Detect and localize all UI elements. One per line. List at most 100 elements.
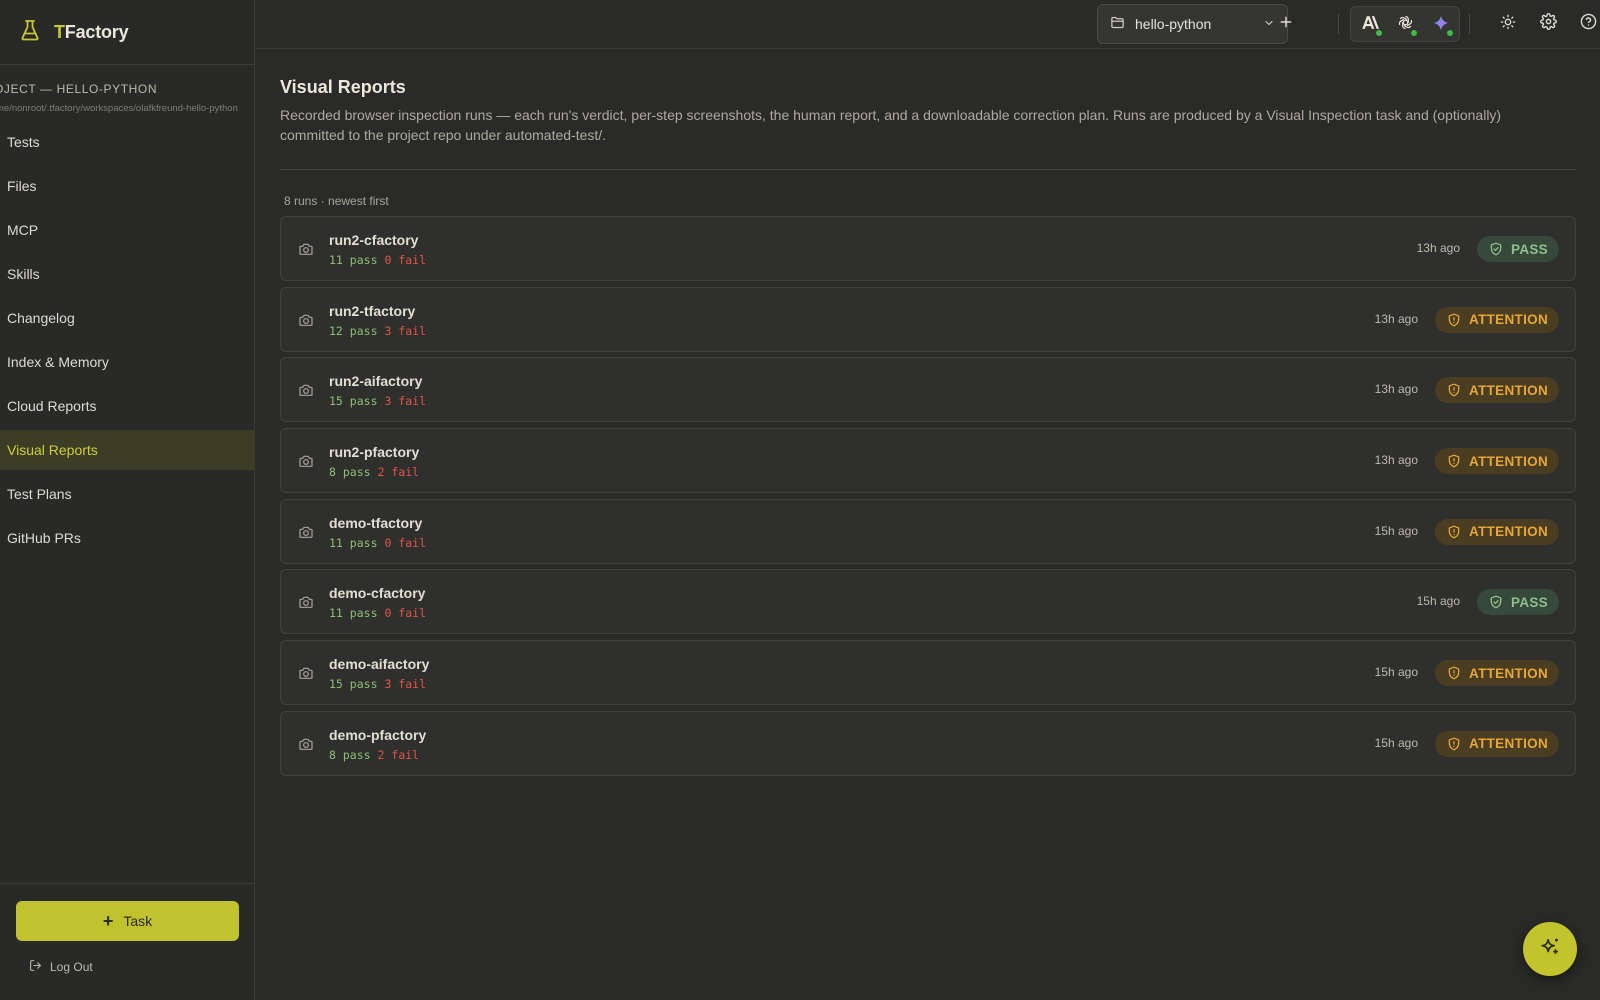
- help-icon: [1580, 13, 1597, 35]
- pass-label: pass: [342, 747, 371, 762]
- openai-agent-button[interactable]: [1393, 13, 1417, 37]
- sidebar-nav: Tests Files MCP Skills Changelog Index & Memo…: [0, 122, 255, 562]
- run-row[interactable]: run2-aifactory 15 pass 3 fail 13h ago ATTEN…: [280, 357, 1576, 423]
- flask-icon: [20, 19, 40, 46]
- fail-label: fail: [391, 465, 420, 480]
- sidebar-item-test-plans[interactable]: Test Plans: [0, 474, 255, 514]
- sidebar-footer: + Task Log Out: [0, 883, 255, 1000]
- status-badge: ATTENTION: [1435, 306, 1559, 333]
- divider: [280, 169, 1576, 170]
- camera-icon: [298, 665, 314, 681]
- run-row[interactable]: run2-tfactory 12 pass 3 fail 13h ago ATTENT…: [280, 286, 1576, 352]
- status-dot: [1411, 30, 1417, 36]
- run-time: 13h ago: [1416, 241, 1460, 255]
- run-stats: 11 pass 0 fail: [329, 253, 426, 267]
- help-button[interactable]: [1576, 12, 1600, 36]
- pass-label: pass: [349, 606, 378, 621]
- run-time: 15h ago: [1374, 665, 1418, 680]
- gemini-agent-button[interactable]: [1429, 13, 1453, 37]
- fail-word: fail: [384, 748, 419, 762]
- run-name: run2-cfactory: [329, 232, 419, 248]
- run-time: 13h ago: [1374, 382, 1418, 397]
- status-badge: PASS: [1477, 589, 1559, 616]
- fail-word: fail: [391, 324, 426, 338]
- run-name: run2-aifactory: [329, 373, 423, 390]
- shield-alert-icon: [1447, 383, 1461, 397]
- sidebar-item-github-prs[interactable]: GitHub PRs: [0, 518, 255, 558]
- project-path: me/nonroot/.tfactory/workspaces/olafkfre…: [0, 103, 238, 114]
- pass-label: pass: [349, 394, 378, 409]
- sidebar-item-files[interactable]: Files: [0, 166, 255, 206]
- run-row[interactable]: demo-aifactory 15 pass 3 fail 15h ago ATTEN…: [280, 640, 1576, 706]
- run-stats: 15 pass 3 fail: [329, 677, 426, 691]
- status-label: ATTENTION: [1469, 312, 1548, 328]
- run-name: demo-aifactory: [329, 656, 430, 673]
- run-stats: 8 pass 2 fail: [329, 465, 419, 479]
- add-project-button[interactable]: [1274, 12, 1298, 36]
- ai-assistant-button[interactable]: [1523, 922, 1577, 976]
- fail-label: fail: [391, 747, 420, 762]
- run-name: demo-tfactory: [329, 514, 423, 531]
- camera-icon: [298, 594, 314, 610]
- project-selector[interactable]: hello-python: [1097, 4, 1288, 44]
- shield-check-icon: [1489, 595, 1503, 609]
- sidebar: TFactory OJECT — HELLO-PYTHON me/nonroot…: [0, 0, 255, 1000]
- page-title: Visual Reports: [280, 77, 406, 97]
- run-row[interactable]: demo-cfactory 11 pass 0 fail 15h ago PASS: [280, 569, 1576, 635]
- run-stats: 8 pass 2 fail: [329, 748, 419, 762]
- run-row[interactable]: demo-tfactory 11 pass 0 fail 15h ago ATTENT…: [280, 498, 1576, 564]
- status-label: ATTENTION: [1469, 665, 1548, 681]
- fail-label: fail: [398, 394, 427, 409]
- run-stats: 11 pass 0 fail: [329, 536, 426, 550]
- pass-label: pass: [349, 535, 378, 550]
- top-bar: hello-python: [256, 0, 1600, 49]
- anthropic-agent-button[interactable]: [1358, 13, 1382, 37]
- pass-count: 15: [329, 394, 343, 409]
- sidebar-item-visual-reports[interactable]: Visual Reports: [0, 430, 255, 470]
- fail-word: fail: [391, 394, 426, 408]
- fail-word: fail: [384, 465, 419, 479]
- logout-icon: [29, 959, 42, 975]
- run-name: run2-pfactory: [329, 444, 420, 461]
- status-label: ATTENTION: [1469, 453, 1548, 469]
- toolbar-divider: [1338, 14, 1339, 34]
- shield-alert-icon: [1447, 454, 1461, 468]
- camera-icon: [298, 241, 314, 257]
- sidebar-item-skills[interactable]: Skills: [0, 254, 255, 294]
- status-label: PASS: [1511, 594, 1548, 610]
- pass-word: pass: [343, 606, 378, 620]
- sidebar-item-index-memory[interactable]: Index & Memory: [0, 342, 255, 382]
- folder-icon: [1110, 15, 1125, 33]
- sidebar-item-cloud-reports[interactable]: Cloud Reports: [0, 386, 255, 426]
- new-task-button[interactable]: + Task: [16, 901, 239, 941]
- page-description: Recorded browser inspection runs — each …: [280, 107, 1502, 143]
- runs-list: run2-cfactory 11 pass 0 fail 13h ago PASS ru…: [280, 216, 1576, 782]
- camera-icon: [298, 453, 314, 469]
- pass-count: 11: [329, 535, 343, 550]
- run-row[interactable]: run2-cfactory 11 pass 0 fail 13h ago PASS: [280, 216, 1576, 281]
- pass-word: pass: [343, 394, 378, 408]
- sidebar-item-changelog[interactable]: Changelog: [0, 298, 255, 338]
- pass-count: 8: [329, 747, 336, 762]
- pass-count: 12: [329, 323, 343, 338]
- brand-rest: Factory: [64, 21, 129, 42]
- settings-button[interactable]: [1536, 12, 1560, 36]
- status-badge: ATTENTION: [1435, 518, 1559, 545]
- run-time: 15h ago: [1374, 523, 1418, 538]
- theme-toggle-button[interactable]: [1496, 12, 1520, 36]
- sidebar-item-tests[interactable]: Tests: [0, 122, 255, 162]
- pass-count: 8: [329, 465, 336, 480]
- brand[interactable]: TFactory: [0, 0, 254, 65]
- run-row[interactable]: demo-pfactory 8 pass 2 fail 15h ago ATTENTI…: [280, 710, 1576, 776]
- pass-word: pass: [343, 677, 378, 691]
- status-label: ATTENTION: [1469, 736, 1548, 752]
- sidebar-item-mcp[interactable]: MCP: [0, 210, 255, 250]
- run-count: 8 runs · newest first: [284, 194, 389, 208]
- fail-label: fail: [398, 323, 427, 338]
- run-row[interactable]: run2-pfactory 8 pass 2 fail 13h ago ATTENTI…: [280, 428, 1576, 494]
- project-selector-value: hello-python: [1135, 16, 1212, 32]
- camera-icon: [298, 312, 314, 328]
- status-badge: ATTENTION: [1435, 448, 1559, 475]
- fail-label: fail: [398, 677, 427, 692]
- logout-link[interactable]: Log Out: [29, 959, 93, 975]
